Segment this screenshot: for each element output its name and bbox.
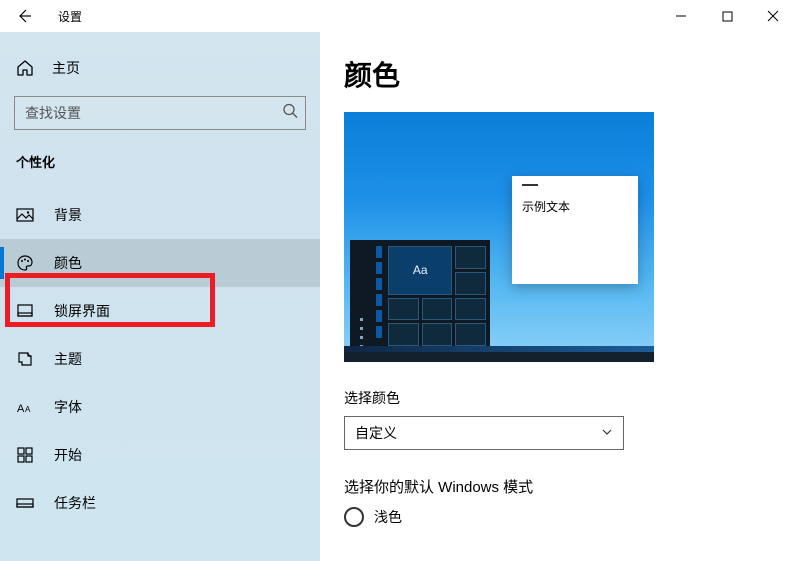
- settings-window: 设置 主页: [0, 0, 796, 561]
- sidebar-item-background[interactable]: 背景: [0, 191, 320, 239]
- sidebar-item-label: 颜色: [54, 253, 82, 273]
- sidebar-item-taskbar[interactable]: 任务栏: [0, 479, 320, 527]
- chevron-down-icon: [601, 425, 613, 441]
- sidebar-item-label: 主题: [54, 349, 82, 369]
- sidebar: 主页 个性化 背景: [0, 32, 320, 561]
- windows-mode-label: 选择你的默认 Windows 模式: [344, 476, 772, 497]
- search-icon: [282, 103, 298, 124]
- preview-start-panel: Aa: [350, 240, 490, 352]
- sidebar-item-label: 背景: [54, 205, 82, 225]
- sidebar-item-label: 字体: [54, 397, 82, 417]
- start-icon: [16, 446, 34, 464]
- sidebar-item-lockscreen[interactable]: 锁屏界面: [0, 287, 320, 335]
- radio-label: 浅色: [374, 507, 402, 527]
- sidebar-item-label: 任务栏: [54, 493, 96, 513]
- section-label: 个性化: [0, 152, 320, 171]
- page-title: 颜色: [344, 54, 772, 94]
- preview-sample-window: 示例文本: [512, 176, 638, 284]
- color-preview: 示例文本: [344, 112, 654, 362]
- home-icon: [16, 59, 34, 77]
- svg-text:A: A: [25, 405, 31, 414]
- preview-sample-text: 示例文本: [522, 198, 570, 215]
- radio-option-light[interactable]: 浅色: [344, 507, 772, 527]
- fonts-icon: AA: [16, 398, 34, 416]
- svg-text:A: A: [17, 403, 25, 415]
- content-pane: 颜色 示例文本: [320, 32, 796, 561]
- maximize-button[interactable]: [704, 0, 750, 32]
- picture-icon: [16, 206, 34, 224]
- search-input[interactable]: [14, 96, 306, 130]
- back-button[interactable]: [14, 6, 34, 26]
- sidebar-item-label: 锁屏界面: [54, 301, 110, 321]
- sidebar-item-themes[interactable]: 主题: [0, 335, 320, 383]
- nav-list: 背景 颜色 锁屏界面: [0, 191, 320, 527]
- select-color-value: 自定义: [355, 423, 397, 443]
- themes-icon: [16, 350, 34, 368]
- sidebar-item-fonts[interactable]: AA 字体: [0, 383, 320, 431]
- lockscreen-icon: [16, 302, 34, 320]
- preview-tile-aa: Aa: [388, 246, 452, 295]
- close-button[interactable]: [750, 0, 796, 32]
- titlebar: 设置: [0, 0, 796, 32]
- radio-circle-icon: [344, 507, 364, 527]
- home-label: 主页: [52, 58, 80, 78]
- select-color-dropdown[interactable]: 自定义: [344, 416, 624, 450]
- taskbar-icon: [16, 494, 34, 512]
- home-button[interactable]: 主页: [0, 52, 320, 96]
- sidebar-item-colors[interactable]: 颜色: [0, 239, 320, 287]
- sidebar-item-start[interactable]: 开始: [0, 431, 320, 479]
- palette-icon: [16, 254, 34, 272]
- minimize-button[interactable]: [658, 0, 704, 32]
- sidebar-item-label: 开始: [54, 445, 82, 465]
- select-color-label: 选择颜色: [344, 388, 772, 408]
- app-title: 设置: [58, 8, 82, 25]
